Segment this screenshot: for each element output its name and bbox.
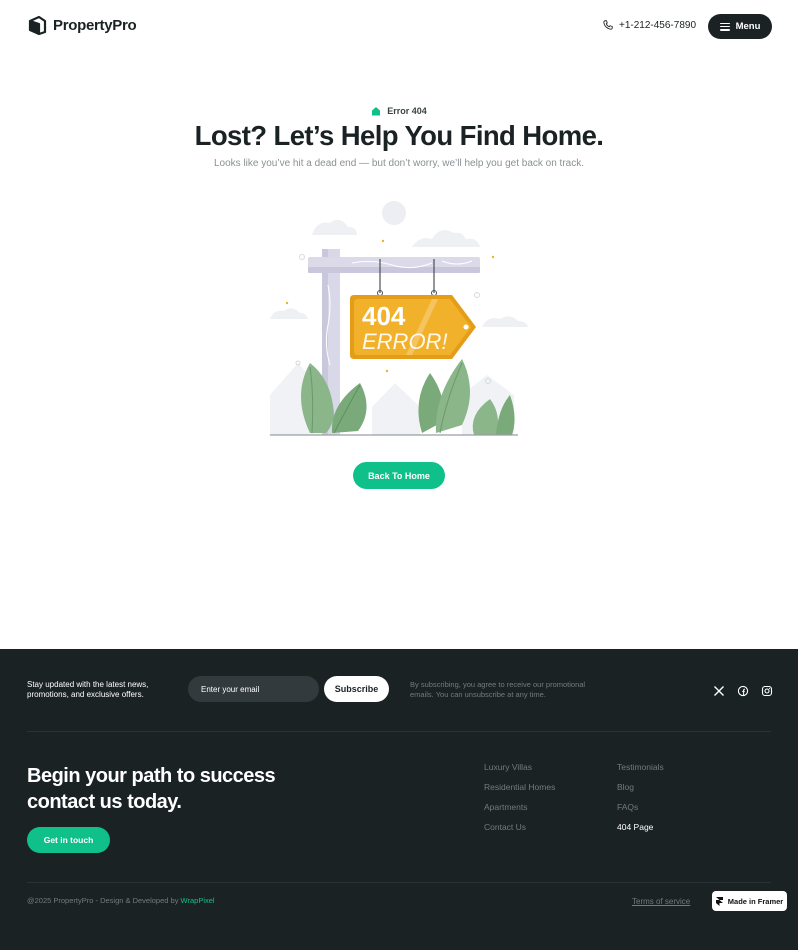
phone-link[interactable]: +1-212-456-7890 (602, 19, 696, 31)
footer-link-faqs[interactable]: FAQs (617, 803, 664, 812)
footer-links-properties: Luxury Villas Residential Homes Apartmen… (484, 763, 555, 832)
made-in-framer-badge[interactable]: Made in Framer (712, 891, 787, 911)
page-subtitle: Looks like you’ve hit a dead end — but d… (213, 158, 585, 169)
site-footer: Stay updated with the latest news, promo… (0, 649, 798, 950)
facebook-icon[interactable] (737, 684, 749, 697)
subscribe-button[interactable]: Subscribe (324, 676, 389, 702)
logo[interactable]: PropertyPro (27, 15, 137, 35)
phone-icon (603, 20, 613, 30)
cta-title: Begin your path to success contact us to… (27, 765, 276, 813)
sign-404-text: 404 (362, 301, 406, 331)
sign-error-text: ERROR! (362, 329, 448, 354)
footer-link-apartments[interactable]: Apartments (484, 803, 555, 812)
eyebrow-label: Error 404 (387, 106, 427, 116)
footer-divider-bottom (27, 882, 771, 883)
menu-button[interactable]: Menu (708, 14, 772, 39)
footer-link-contact-us[interactable]: Contact Us (484, 823, 555, 832)
wrappixel-link[interactable]: WrapPixel (181, 896, 215, 905)
social-links (713, 684, 773, 697)
framer-badge-label: Made in Framer (727, 896, 784, 906)
get-in-touch-button[interactable]: Get in touch (27, 827, 110, 853)
home-icon (372, 107, 381, 116)
error-eyebrow: Error 404 (0, 106, 798, 116)
logo-icon (28, 15, 47, 35)
footer-link-residential-homes[interactable]: Residential Homes (484, 783, 555, 792)
footer-divider-top (27, 731, 771, 732)
x-icon[interactable] (713, 684, 725, 696)
footer-link-blog[interactable]: Blog (617, 783, 664, 792)
consent-text: By subscribing, you agree to receive our… (410, 680, 586, 699)
copyright-text: @2025 PropertyPro - Design & Developed b… (27, 896, 181, 905)
phone-number: +1-212-456-7890 (619, 19, 697, 31)
footer-link-testimonials[interactable]: Testimonials (617, 763, 664, 772)
menu-label: Menu (735, 21, 761, 32)
framer-icon (715, 896, 723, 906)
footer-links-pages: Testimonials Blog FAQs 404 Page (617, 763, 664, 832)
site-header: PropertyPro +1-212-456-7890 Menu (0, 0, 798, 54)
instagram-icon[interactable] (761, 684, 773, 697)
newsletter-text: Stay updated with the latest news, promo… (27, 680, 149, 699)
footer-link-404-page[interactable]: 404 Page (617, 823, 664, 832)
404-sign-illustration: 404 ERROR! (270, 201, 528, 436)
page-title: Lost? Let’s Help You Find Home. (194, 120, 604, 151)
copyright: @2025 PropertyPro - Design & Developed b… (27, 896, 215, 905)
logo-text: PropertyPro (53, 16, 137, 34)
footer-link-luxury-villas[interactable]: Luxury Villas (484, 763, 555, 772)
terms-link[interactable]: Terms of service (632, 897, 690, 906)
hamburger-icon (719, 22, 730, 31)
back-to-home-button[interactable]: Back To Home (353, 462, 445, 489)
email-input[interactable] (188, 676, 319, 702)
